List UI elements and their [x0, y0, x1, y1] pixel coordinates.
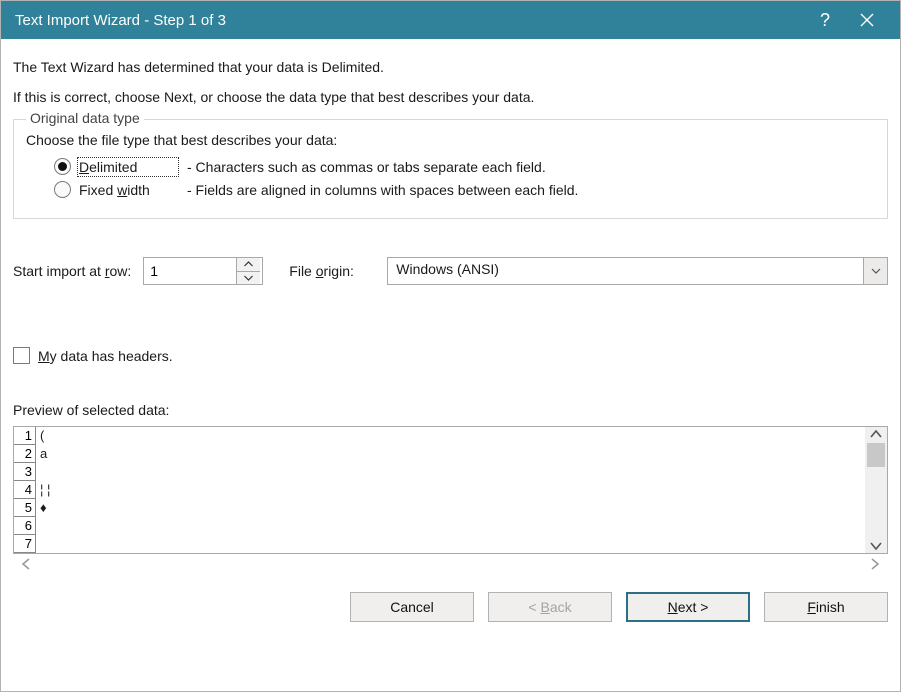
scroll-down-button[interactable] — [865, 541, 887, 551]
radio-explain-fixedwidth: - Fields are aligned in columns with spa… — [187, 182, 578, 198]
finish-button[interactable]: Finish — [764, 592, 888, 622]
headers-checkbox-row[interactable]: My data has headers. — [13, 347, 888, 364]
preview-box: 1(2a34¦ ¦5♦67 — [13, 426, 888, 554]
chevron-left-icon — [21, 558, 31, 570]
preview-row: 5♦ — [14, 499, 865, 517]
preview-row: 2a — [14, 445, 865, 463]
back-button-label: < Back — [528, 599, 571, 615]
preview-row-number: 7 — [14, 535, 36, 553]
group-description: Choose the file type that best describes… — [26, 132, 875, 148]
help-icon: ? — [820, 10, 830, 31]
preview-row: 3 — [14, 463, 865, 481]
wizard-window: Text Import Wizard - Step 1 of 3 ? The T… — [0, 0, 901, 692]
preview-row: 7 — [14, 535, 865, 553]
cancel-button-label: Cancel — [390, 599, 434, 615]
file-origin-combo[interactable]: Windows (ANSI) — [387, 257, 888, 285]
radio-button-fixedwidth[interactable] — [54, 181, 71, 198]
headers-checkbox[interactable] — [13, 347, 30, 364]
preview-row-value — [36, 463, 40, 481]
chevron-up-icon — [870, 429, 882, 439]
preview-row-number: 4 — [14, 481, 36, 499]
chevron-down-icon — [870, 541, 882, 551]
preview-row-value: a — [36, 445, 47, 463]
preview-row-number: 1 — [14, 427, 36, 445]
preview-row-number: 2 — [14, 445, 36, 463]
back-button: < Back — [488, 592, 612, 622]
scroll-thumb[interactable] — [867, 443, 885, 467]
group-legend: Original data type — [26, 110, 144, 126]
preview-vertical-scrollbar[interactable] — [865, 427, 887, 553]
preview-row-value: ♦ — [36, 499, 47, 517]
scroll-right-button[interactable] — [866, 558, 884, 570]
headers-checkbox-label: My data has headers. — [38, 348, 173, 364]
titlebar: Text Import Wizard - Step 1 of 3 ? — [1, 1, 900, 39]
cancel-button[interactable]: Cancel — [350, 592, 474, 622]
chevron-down-icon — [244, 275, 253, 281]
preview-row-number: 6 — [14, 517, 36, 535]
preview-row-value — [36, 517, 40, 535]
preview-row-value: ¦ ¦ — [36, 481, 50, 499]
radio-label-fixedwidth: Fixed width — [79, 182, 177, 198]
file-origin-value: Windows (ANSI) — [388, 258, 863, 284]
start-row-input[interactable] — [144, 258, 236, 284]
chevron-right-icon — [870, 558, 880, 570]
next-button[interactable]: Next > — [626, 592, 750, 622]
preview-row: 1( — [14, 427, 865, 445]
radio-explain-delimited: - Characters such as commas or tabs sepa… — [187, 159, 546, 175]
spinner-up-button[interactable] — [237, 258, 260, 272]
radio-label-delimited: Delimited — [79, 159, 177, 175]
preview-row-number: 5 — [14, 499, 36, 517]
intro-text-1: The Text Wizard has determined that your… — [13, 59, 888, 75]
radio-button-delimited[interactable] — [54, 158, 71, 175]
preview-row: 4¦ ¦ — [14, 481, 865, 499]
chevron-up-icon — [244, 261, 253, 267]
spinner-down-button[interactable] — [237, 272, 260, 285]
preview-row-value: ( — [36, 427, 44, 445]
scroll-up-button[interactable] — [865, 429, 887, 439]
intro-text-2: If this is correct, choose Next, or choo… — [13, 89, 888, 105]
original-data-type-group: Original data type Choose the file type … — [13, 119, 888, 219]
scroll-left-button[interactable] — [17, 558, 35, 570]
preview-row: 6 — [14, 517, 865, 535]
preview-area: 1(2a34¦ ¦5♦67 — [13, 426, 888, 574]
import-options-row: Start import at row: File origin: Window… — [13, 257, 888, 285]
radio-option-fixedwidth[interactable]: Fixed width - Fields are aligned in colu… — [26, 181, 875, 198]
start-row-spinner[interactable] — [143, 257, 263, 285]
preview-row-value — [36, 535, 40, 553]
close-icon — [860, 13, 874, 27]
file-origin-label: File origin: — [289, 263, 375, 279]
preview-label: Preview of selected data: — [13, 402, 888, 418]
finish-button-label: Finish — [807, 599, 844, 615]
preview-rows: 1(2a34¦ ¦5♦67 — [14, 427, 865, 553]
start-row-label: Start import at row: — [13, 263, 131, 279]
close-button[interactable] — [846, 1, 888, 39]
dialog-footer: Cancel < Back Next > Finish — [13, 574, 888, 626]
preview-row-number: 3 — [14, 463, 36, 481]
window-title: Text Import Wizard - Step 1 of 3 — [15, 12, 804, 29]
help-button[interactable]: ? — [804, 1, 846, 39]
file-origin-dropdown-button[interactable] — [863, 258, 887, 284]
next-button-label: Next > — [668, 599, 709, 615]
radio-option-delimited[interactable]: Delimited - Characters such as commas or… — [26, 158, 875, 175]
dialog-body: The Text Wizard has determined that your… — [1, 39, 900, 691]
preview-horizontal-scrollbar[interactable] — [13, 554, 888, 574]
chevron-down-icon — [871, 268, 881, 274]
